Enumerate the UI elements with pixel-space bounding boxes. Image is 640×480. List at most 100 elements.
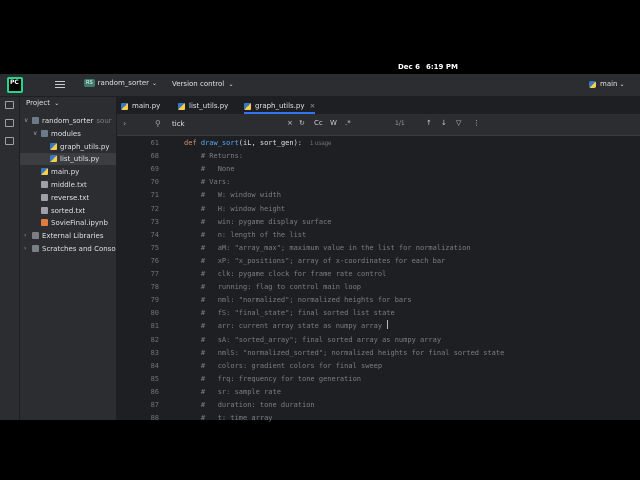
chevron-right-icon[interactable]: ›	[24, 232, 26, 239]
tree-item[interactable]: › Scratches and Consoles	[20, 243, 116, 255]
pycharm-logo-icon[interactable]: PC	[7, 77, 23, 93]
code-view[interactable]: 61 def draw_sort(iL, sort_gen): 1 usage 68 …	[117, 137, 640, 422]
more-options-icon[interactable]: ⋮	[473, 119, 480, 127]
tree-item[interactable]: ∨ random_sorter sour	[20, 115, 116, 127]
code-line: 88 # t: time array	[117, 412, 640, 425]
notebook-file-icon	[41, 219, 48, 227]
code-line: 84 # colors: gradient colors for final s…	[117, 360, 640, 373]
close-tab-icon[interactable]: ×	[310, 102, 316, 110]
code-line: 61 def draw_sort(iL, sort_gen): 1 usage	[117, 137, 640, 150]
tree-item[interactable]: SovieFinal.ipynb	[20, 217, 116, 229]
tree-item-label: External Libraries	[42, 232, 104, 241]
project-title-label: Project	[26, 99, 50, 107]
code-text: # n: length of the list	[184, 230, 307, 239]
expand-replace-icon[interactable]: ›	[123, 119, 126, 128]
folder-icon	[41, 129, 48, 137]
line-number: 69	[150, 165, 159, 174]
code-line: 72 # H: window height	[117, 203, 640, 216]
text-file-icon	[41, 206, 48, 214]
library-icon	[32, 245, 39, 252]
project-selector[interactable]: RS random_sorter ⌄	[84, 79, 157, 87]
code-line: 68 # Returns:	[117, 150, 640, 163]
regex-toggle[interactable]: .*	[345, 119, 351, 127]
chevron-right-icon[interactable]: ›	[24, 245, 26, 252]
line-number: 76	[150, 256, 159, 265]
menubar-time: 6:19 PM	[426, 63, 458, 71]
code-line: 73 # win: pygame display surface	[117, 216, 640, 229]
tree-item[interactable]: reverse.txt	[20, 192, 116, 204]
line-number: 81	[150, 322, 159, 331]
editor-area: main.py list_utils.py graph_utils.py × ›…	[117, 97, 640, 422]
python-file-icon	[50, 142, 57, 150]
project-folder-icon[interactable]	[5, 101, 14, 109]
code-text: # win: pygame display surface	[184, 217, 332, 226]
version-control-selector[interactable]: Version control ⌄	[172, 80, 234, 88]
python-file-icon	[178, 102, 185, 110]
tree-item[interactable]: ∨ modules	[20, 128, 116, 140]
tab-list-utils-py[interactable]: list_utils.py	[178, 100, 228, 112]
code-line: 74 # n: length of the list	[117, 229, 640, 242]
code-line: 86 # sr: sample rate	[117, 386, 640, 399]
code-text: # arr: current array state as numpy arra…	[184, 322, 383, 331]
code-text: # running: flag to control main loop	[184, 283, 362, 292]
chevron-down-icon: ⌄	[228, 81, 234, 88]
tree-item[interactable]: list_utils.py	[20, 153, 116, 166]
main-menu-icon[interactable]	[55, 79, 65, 89]
tool-window-strip	[0, 97, 20, 420]
filter-icon[interactable]: ▽	[456, 119, 461, 127]
whole-words-toggle[interactable]: W	[330, 119, 337, 127]
clear-search-icon[interactable]: ×	[287, 119, 293, 127]
code-text: # W: window width	[184, 191, 281, 200]
tree-item[interactable]: main.py	[20, 166, 116, 178]
code-text: # frq: frequency for tone generation	[184, 374, 362, 383]
tree-item-label: list_utils.py	[60, 155, 100, 164]
line-number: 85	[150, 374, 159, 383]
tree-item[interactable]: › External Libraries	[20, 230, 116, 242]
line-number: 77	[150, 270, 159, 278]
chevron-down-icon: ⌄	[152, 79, 158, 87]
line-number: 82	[150, 335, 159, 344]
tree-item[interactable]: middle.txt	[20, 179, 116, 191]
tab-graph-utils-py[interactable]: graph_utils.py ×	[244, 100, 316, 114]
code-line: 70 # Vars:	[117, 176, 640, 189]
code-text: # xP: "x_positions"; array of x-coordina…	[184, 256, 446, 265]
match-case-toggle[interactable]: Cc	[314, 119, 323, 127]
code-text: # nml: "normalized"; normalized heights …	[184, 296, 412, 305]
tree-item[interactable]: graph_utils.py	[20, 141, 116, 153]
line-number: 79	[150, 296, 159, 305]
code-line: 76 # xP: "x_positions"; array of x-coord…	[117, 255, 640, 268]
code-line: 83 # nmlS: "normalized_sorted"; normaliz…	[117, 347, 640, 360]
tree-item-label: random_sorter sour	[42, 117, 112, 125]
project-badge: RS	[84, 79, 95, 87]
code-line: 87 # duration: tone duration	[117, 399, 640, 412]
run-config-selector[interactable]: main ⌄	[589, 80, 625, 88]
line-number: 61	[150, 139, 159, 147]
line-number: 73	[150, 217, 159, 226]
find-input[interactable]: tick	[172, 120, 185, 128]
previous-match-icon[interactable]: ↑	[426, 119, 432, 127]
next-match-icon[interactable]: ↓	[441, 119, 447, 127]
text-cursor	[387, 320, 388, 329]
tree-item-label: reverse.txt	[51, 193, 90, 202]
tab-main-py[interactable]: main.py	[121, 100, 160, 112]
structure-icon[interactable]	[5, 119, 14, 127]
line-number: 71	[150, 191, 159, 200]
tree-item-label: graph_utils.py	[60, 142, 110, 151]
code-text: # sr: sample rate	[184, 387, 281, 396]
code-text: # t: time array	[184, 414, 273, 423]
text-file-icon	[41, 181, 48, 188]
usage-hint[interactable]: 1 usage	[310, 141, 331, 147]
chevron-down-icon[interactable]: ∨	[24, 117, 28, 124]
line-number: 88	[150, 414, 159, 423]
line-number: 80	[150, 309, 159, 318]
python-file-icon	[50, 155, 57, 163]
tree-item-label: SovieFinal.ipynb	[51, 219, 108, 228]
project-panel-title[interactable]: Project ⌄	[26, 99, 59, 107]
chevron-down-icon[interactable]: ∨	[33, 130, 37, 137]
tree-item[interactable]: sorted.txt	[20, 205, 116, 217]
code-text: # duration: tone duration	[184, 401, 315, 409]
line-number: 75	[150, 243, 159, 252]
history-icon[interactable]: ↻	[299, 119, 305, 127]
project-name: random_sorter	[97, 79, 150, 87]
more-tools-icon[interactable]	[5, 137, 14, 145]
